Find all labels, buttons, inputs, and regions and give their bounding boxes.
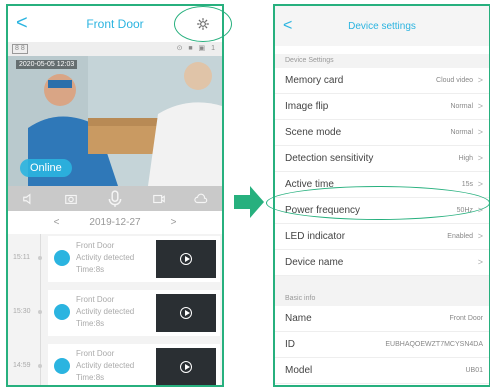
info-label: ID bbox=[285, 339, 295, 350]
setting-row-led-indicator[interactable]: LED indicator Enabled > bbox=[275, 224, 489, 250]
setting-row-image-flip[interactable]: Image flip Normal > bbox=[275, 94, 489, 120]
setting-label: LED indicator bbox=[285, 231, 346, 242]
setting-value: Normal bbox=[450, 103, 473, 110]
speaker-icon[interactable] bbox=[22, 192, 36, 206]
event-item[interactable]: 15:30 Front Door Activity detected Time:… bbox=[8, 288, 222, 338]
event-device: Front Door bbox=[76, 349, 115, 358]
microphone-icon[interactable] bbox=[106, 188, 124, 210]
info-label: Name bbox=[285, 313, 312, 324]
info-row-model: Model UB01 bbox=[275, 358, 489, 384]
event-duration: Time:8s bbox=[76, 373, 105, 382]
setting-label: Device name bbox=[285, 257, 344, 268]
info-label: Model bbox=[285, 365, 313, 376]
page-title: Device settings bbox=[348, 20, 416, 32]
info-row-id: ID EUBHAQOEWZT7MCYSN4DA bbox=[275, 332, 489, 358]
back-button[interactable]: < bbox=[16, 12, 28, 34]
chevron-right-icon: > bbox=[477, 153, 483, 163]
timeline-dot bbox=[38, 310, 42, 314]
gear-highlight-ring bbox=[174, 6, 232, 42]
setting-row-scene-mode[interactable]: Scene mode Normal > bbox=[275, 120, 489, 146]
previous-date-button[interactable]: < bbox=[54, 217, 60, 228]
live-video[interactable]: 2020-05-05 12:03 Online bbox=[8, 56, 222, 186]
section-header: Device Settings bbox=[275, 54, 489, 68]
play-icon[interactable] bbox=[180, 307, 192, 319]
video-timestamp: 2020-05-05 12:03 bbox=[16, 60, 78, 69]
camera-icon[interactable] bbox=[64, 192, 78, 206]
next-date-button[interactable]: > bbox=[171, 217, 177, 228]
event-text: Front Door Activity detected Time:8s bbox=[76, 348, 134, 384]
signal-badge: 8 8 bbox=[12, 44, 28, 54]
cloud-icon[interactable] bbox=[194, 192, 208, 206]
setting-value: Normal bbox=[450, 129, 473, 136]
setting-label: Image flip bbox=[285, 101, 329, 112]
event-item[interactable]: 14:59 Front Door Activity detected Time:… bbox=[8, 342, 222, 385]
section-header: Basic info bbox=[275, 292, 489, 306]
event-duration: Time:8s bbox=[76, 265, 105, 274]
event-type: Activity detected bbox=[76, 361, 135, 370]
info-value: Front Door bbox=[449, 315, 483, 322]
back-button[interactable]: < bbox=[283, 15, 292, 37]
event-device: Front Door bbox=[76, 241, 115, 250]
chevron-right-icon: > bbox=[477, 127, 483, 137]
page-title: Front Door bbox=[86, 17, 144, 31]
event-time: 14:59 bbox=[13, 362, 31, 369]
setting-label: Detection sensitivity bbox=[285, 153, 374, 164]
chevron-right-icon: > bbox=[477, 101, 483, 111]
live-view-screen: < Front Door 8 8 ⊙ ■ ▣ 1 2020-05-05 12:0… bbox=[6, 4, 224, 387]
online-badge: Online bbox=[20, 159, 72, 177]
motion-icon bbox=[54, 358, 70, 374]
event-type: Activity detected bbox=[76, 253, 135, 262]
event-item[interactable]: 15:11 Front Door Activity detected Time:… bbox=[8, 234, 222, 284]
power-frequency-highlight-ring bbox=[266, 186, 490, 220]
arrow-shaft bbox=[234, 195, 250, 209]
chevron-right-icon: > bbox=[477, 257, 483, 267]
status-row: 8 8 ⊙ ■ ▣ 1 bbox=[8, 42, 222, 56]
event-thumbnail[interactable] bbox=[156, 294, 216, 332]
setting-label: Memory card bbox=[285, 75, 344, 86]
info-row-name: Name Front Door bbox=[275, 306, 489, 332]
chevron-right-icon: > bbox=[477, 179, 483, 189]
record-icon[interactable] bbox=[152, 192, 166, 206]
timeline-dot bbox=[38, 364, 42, 368]
status-icons: ⊙ ■ ▣ 1 bbox=[176, 45, 217, 52]
motion-icon bbox=[54, 304, 70, 320]
event-thumbnail[interactable] bbox=[156, 348, 216, 385]
setting-row-device-name[interactable]: Device name > bbox=[275, 250, 489, 276]
play-icon[interactable] bbox=[180, 361, 192, 373]
event-duration: Time:8s bbox=[76, 319, 105, 328]
event-card[interactable]: Front Door Activity detected Time:8s bbox=[48, 236, 220, 282]
event-time: 15:11 bbox=[13, 254, 30, 261]
chevron-right-icon: > bbox=[477, 75, 483, 85]
info-value: EUBHAQOEWZT7MCYSN4DA bbox=[385, 341, 483, 348]
event-text: Front Door Activity detected Time:8s bbox=[76, 240, 134, 276]
event-type: Activity detected bbox=[76, 307, 135, 316]
setting-row-detection-sensitivity[interactable]: Detection sensitivity High > bbox=[275, 146, 489, 172]
setting-value: 15s bbox=[461, 181, 473, 188]
event-time: 15:30 bbox=[13, 308, 31, 315]
setting-label: Scene mode bbox=[285, 127, 342, 138]
event-list: 15:11 Front Door Activity detected Time:… bbox=[8, 234, 222, 385]
setting-row-memory-card[interactable]: Memory card Cloud video > bbox=[275, 68, 489, 94]
date-navigator: < 2019-12-27 > bbox=[8, 211, 222, 233]
section-divider bbox=[275, 276, 489, 292]
setting-value: Enabled bbox=[447, 233, 473, 240]
timeline-dot bbox=[38, 256, 42, 260]
setting-value: Cloud video bbox=[436, 77, 473, 84]
top-bar: < Device settings bbox=[275, 6, 489, 46]
play-icon[interactable] bbox=[180, 253, 192, 265]
selected-date[interactable]: 2019-12-27 bbox=[89, 217, 140, 228]
event-text: Front Door Activity detected Time:8s bbox=[76, 294, 134, 330]
setting-value: High bbox=[458, 155, 473, 162]
control-bar bbox=[8, 186, 222, 211]
event-device: Front Door bbox=[76, 295, 115, 304]
event-card[interactable]: Front Door Activity detected Time:8s bbox=[48, 344, 220, 385]
arrow-right-icon bbox=[250, 186, 264, 218]
chevron-right-icon: > bbox=[477, 231, 483, 241]
event-card[interactable]: Front Door Activity detected Time:8s bbox=[48, 290, 220, 336]
info-value: UB01 bbox=[465, 367, 483, 374]
motion-icon bbox=[54, 250, 70, 266]
event-thumbnail[interactable] bbox=[156, 240, 216, 278]
